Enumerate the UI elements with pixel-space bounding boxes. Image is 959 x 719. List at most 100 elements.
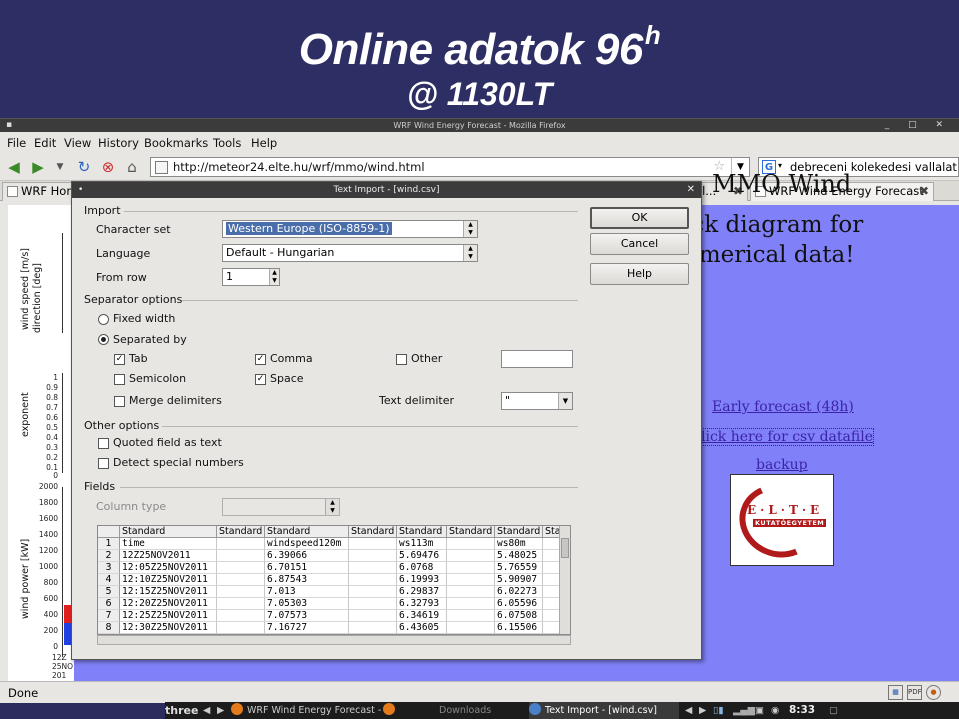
grid-cell[interactable]: 12:15Z25NOV2011 (120, 586, 217, 598)
grid-cell[interactable]: 6.32793 (397, 598, 447, 610)
language-select[interactable]: Default - Hungarian ▲ ▼ (222, 244, 478, 262)
grid-cell[interactable]: 7.16727 (265, 622, 349, 634)
search-engine-dropdown-icon[interactable]: ▾ (778, 161, 782, 170)
space-checkbox[interactable]: ✓ (255, 374, 266, 385)
ok-button[interactable]: OK (590, 207, 689, 229)
tab-checkbox[interactable]: ✓ (114, 354, 125, 365)
forward-arrow-icon[interactable]: ▶ (28, 157, 48, 177)
workspace-label[interactable]: three (165, 702, 198, 719)
grid-cell[interactable]: 7.013 (265, 586, 349, 598)
menu-help[interactable]: Help (251, 136, 277, 150)
grid-cell[interactable]: 12Z25NOV2011 (120, 550, 217, 562)
semicolon-checkbox[interactable] (114, 374, 125, 385)
grid-cell[interactable]: 5.69476 (397, 550, 447, 562)
grid-cell[interactable]: 6.19993 (397, 574, 447, 586)
task-text-import[interactable]: Text Import - [wind.csv] (529, 702, 679, 719)
grid-header-cell[interactable]: Standard (265, 526, 349, 538)
menu-history[interactable]: History (98, 136, 139, 150)
grid-cell[interactable] (447, 622, 495, 634)
grid-cell[interactable] (217, 610, 265, 622)
spin-icon[interactable]: ▲ ▼ (463, 245, 477, 261)
grid-cell[interactable]: 6.39066 (265, 550, 349, 562)
separated-by-radio[interactable] (98, 334, 109, 345)
grid-cell[interactable]: 12:05Z25NOV2011 (120, 562, 217, 574)
site-identity-icon[interactable] (155, 161, 168, 174)
menu-edit[interactable]: Edit (34, 136, 56, 150)
grid-cell[interactable] (349, 562, 397, 574)
backup-link[interactable]: backup (756, 457, 808, 473)
grid-cell[interactable]: 12:10Z25NOV2011 (120, 574, 217, 586)
grid-header-cell[interactable]: Standard (349, 526, 397, 538)
grid-header-cell[interactable]: Standard (397, 526, 447, 538)
pdf-icon[interactable]: PDF (907, 685, 922, 700)
grid-cell[interactable] (447, 586, 495, 598)
grid-header-cell[interactable]: Standard (217, 526, 265, 538)
menu-bookmarks[interactable]: Bookmarks (144, 136, 208, 150)
signal-icon[interactable]: ▂▄▆ (733, 702, 755, 719)
elte-logo[interactable]: E·L·T·E KUTATÓEGYETEM (729, 473, 834, 569)
help-button[interactable]: Help (590, 263, 689, 285)
grid-cell[interactable] (217, 574, 265, 586)
grid-cell[interactable] (349, 574, 397, 586)
grid-cell[interactable] (349, 622, 397, 634)
grid-cell[interactable] (349, 538, 397, 550)
merge-delimiters-checkbox[interactable] (114, 396, 125, 407)
grid-cell[interactable] (217, 538, 265, 550)
grid-cell[interactable] (349, 610, 397, 622)
grid-cell[interactable]: 6.0768 (397, 562, 447, 574)
window-controls[interactable]: _ □ ✕ (885, 119, 951, 132)
grid-cell[interactable] (217, 622, 265, 634)
grid-cell[interactable]: 6.07508 (495, 610, 543, 622)
sync-icon[interactable]: ● (926, 685, 941, 700)
grid-cell[interactable]: 7.05303 (265, 598, 349, 610)
other-checkbox[interactable] (396, 354, 407, 365)
reload-icon[interactable]: ↻ (74, 157, 94, 177)
spin-icon[interactable]: ▲ ▼ (269, 269, 279, 285)
scrollbar-thumb[interactable] (561, 538, 569, 558)
stop-icon[interactable]: ⊗ (98, 157, 118, 177)
grid-cell[interactable]: windspeed120m (265, 538, 349, 550)
close-icon[interactable]: ✖ (919, 183, 929, 200)
dialog-titlebar[interactable]: • Text Import - [wind.csv] ✕ (72, 182, 701, 198)
grid-cell[interactable]: 6.34619 (397, 610, 447, 622)
grid-cell[interactable]: 7.07573 (265, 610, 349, 622)
addon-icon[interactable]: ▦ (888, 685, 903, 700)
grid-cell[interactable] (349, 586, 397, 598)
grid-cell[interactable] (447, 562, 495, 574)
charset-select[interactable]: Western Europe (ISO-8859-1) ▲ ▼ (222, 220, 478, 238)
workspace-next-icon[interactable]: ▶ (217, 702, 224, 719)
grid-cell[interactable] (217, 598, 265, 610)
fixed-width-radio[interactable] (98, 314, 109, 325)
text-delimiter-select[interactable]: " ▼ (501, 392, 573, 410)
grid-header-cell[interactable]: Standard (495, 526, 543, 538)
detect-numbers-checkbox[interactable] (98, 458, 109, 469)
grid-cell[interactable] (447, 610, 495, 622)
menu-tools[interactable]: Tools (213, 136, 241, 150)
close-icon[interactable]: ✕ (687, 182, 695, 198)
wind-chart-image[interactable]: wind speed [m/s] direction [deg] exponen… (8, 205, 74, 681)
tray-icon[interactable]: ▢ (829, 702, 838, 719)
grid-cell[interactable]: 12:30Z25NOV2011 (120, 622, 217, 634)
grid-cell[interactable] (217, 562, 265, 574)
grid-horizontal-scrollbar[interactable] (97, 635, 571, 645)
home-icon[interactable]: ⌂ (122, 157, 142, 177)
workspace-prev-icon[interactable]: ◀ (203, 702, 210, 719)
from-row-stepper[interactable]: 1 ▲ ▼ (222, 268, 280, 286)
dialog-menu-icon[interactable]: • (78, 182, 83, 198)
grid-cell[interactable]: 5.76559 (495, 562, 543, 574)
quoted-field-checkbox[interactable] (98, 438, 109, 449)
grid-cell[interactable]: 6.02273 (495, 586, 543, 598)
tray-next-icon[interactable]: ▶ (699, 702, 706, 719)
task-firefox[interactable]: WRF Wind Energy Forecast - M (231, 702, 381, 719)
cancel-button[interactable]: Cancel (590, 233, 689, 255)
column-type-select[interactable]: ▲ ▼ (222, 498, 340, 516)
url-bar[interactable]: http://meteor24.elte.hu/wrf/mmo/wind.htm… (150, 157, 750, 177)
menu-file[interactable]: File (7, 136, 26, 150)
dropdown-icon[interactable]: ▼ (558, 393, 572, 409)
grid-cell[interactable] (349, 550, 397, 562)
grid-cell[interactable]: 12:20Z25NOV2011 (120, 598, 217, 610)
spin-icon[interactable]: ▲ ▼ (325, 499, 339, 515)
grid-cell[interactable] (447, 574, 495, 586)
grid-cell[interactable] (447, 550, 495, 562)
task-downloads[interactable]: Downloads (383, 702, 523, 719)
